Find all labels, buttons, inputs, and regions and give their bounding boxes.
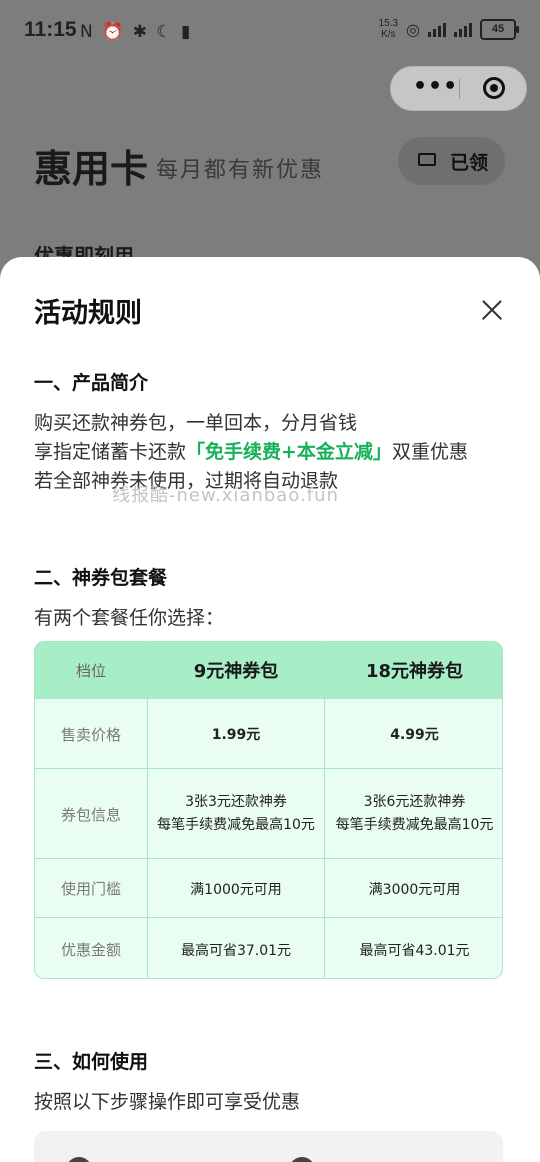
section2-heading: 二、神券包套餐 (34, 567, 168, 589)
ticket-icon (418, 153, 436, 166)
status-right-icons: 15.3 K/s ◎ 45 (378, 18, 519, 40)
step-icon (289, 1157, 315, 1162)
section1-line1: 购买还款神券包，一单回本，分月省钱 (34, 412, 358, 434)
close-icon[interactable] (481, 299, 503, 321)
network-speed: 15.3 K/s (378, 18, 399, 40)
claimed-button-label: 已领 (450, 152, 489, 174)
table-row: 使用门槛 满1000元可用 满3000元可用 (35, 858, 502, 918)
signal-icon-1 (428, 21, 446, 37)
table-row: 优惠金额 最高可省37.01元 最高可省43.01元 (35, 917, 502, 978)
section3-intro: 按照以下步骤操作即可享受优惠 (34, 1091, 301, 1113)
hotspot-icon: ◎ (406, 19, 420, 39)
highlight-text: 「免手续费+本金立减」 (186, 441, 392, 463)
page-title: 惠用卡 (34, 146, 149, 191)
table-header-cell: 档位 (75, 661, 106, 680)
table-row-label: 优惠金额 (60, 941, 121, 959)
status-time: 11:15 (24, 18, 77, 41)
table-cell: 4.99元 (324, 699, 502, 769)
step-icon (66, 1157, 92, 1162)
table-row: 售卖价格 1.99元 4.99元 (35, 698, 502, 769)
miniprogram-capsule: ••• (390, 66, 527, 111)
signal-icon-2 (454, 21, 472, 37)
table-cell: 3张3元还款神券 每笔手续费减免最高10元 (147, 769, 324, 859)
watermark: 线报酷-new.xianbao.fun (112, 485, 339, 506)
table-row: 券包信息 3张3元还款神券 每笔手续费减免最高10元 3张6元还款神券 每笔手续… (35, 768, 502, 859)
steps-panel (34, 1131, 503, 1162)
status-bar: 11:15 N ⏰ ✱ ☾ ▮ 15.3 K/s ◎ 45 (0, 0, 540, 62)
table-cell: 最高可省43.01元 (324, 918, 502, 978)
table-header-cell: 18元神券包 (324, 642, 502, 698)
table-row-label: 券包信息 (60, 805, 121, 824)
table-header-cell: 9元神券包 (147, 642, 324, 698)
table-cell: 3张6元还款神券 每笔手续费减免最高10元 (324, 769, 502, 859)
table-cell: 1.99元 (147, 699, 324, 769)
page-subtitle: 每月都有新优惠 (156, 158, 325, 183)
table-row-label: 使用门槛 (60, 880, 121, 898)
section2-intro: 有两个套餐任你选择： (34, 607, 225, 629)
sheet-title: 活动规则 (34, 298, 142, 329)
table-cell: 满3000元可用 (324, 859, 502, 918)
rules-sheet: 活动规则 一、产品简介 购买还款神券包，一单回本，分月省钱 享指定储蓄卡还款「免… (0, 257, 540, 1162)
table-cell: 最高可省37.01元 (147, 918, 324, 978)
section3-heading: 三、如何使用 (34, 1051, 149, 1073)
miniprogram-close-icon[interactable] (483, 77, 505, 99)
table-row-label: 售卖价格 (60, 725, 121, 744)
capsule-divider (459, 79, 460, 99)
table-header-row: 档位 9元神券包 18元神券包 (35, 642, 502, 698)
table-cell: 满1000元可用 (147, 859, 324, 918)
section1-heading: 一、产品简介 (34, 372, 149, 394)
claimed-button[interactable]: 已领 (398, 137, 505, 185)
package-table: 档位 9元神券包 18元神券包 售卖价格 1.99元 4.99元 券包信息 3张… (34, 641, 503, 979)
battery-icon: 45 (480, 18, 519, 40)
status-notification-icons: N ⏰ ✱ ☾ ▮ (80, 22, 193, 42)
section1-line2: 享指定储蓄卡还款「免手续费+本金立减」双重优惠 (34, 441, 468, 463)
more-icon[interactable]: ••• (413, 74, 458, 99)
